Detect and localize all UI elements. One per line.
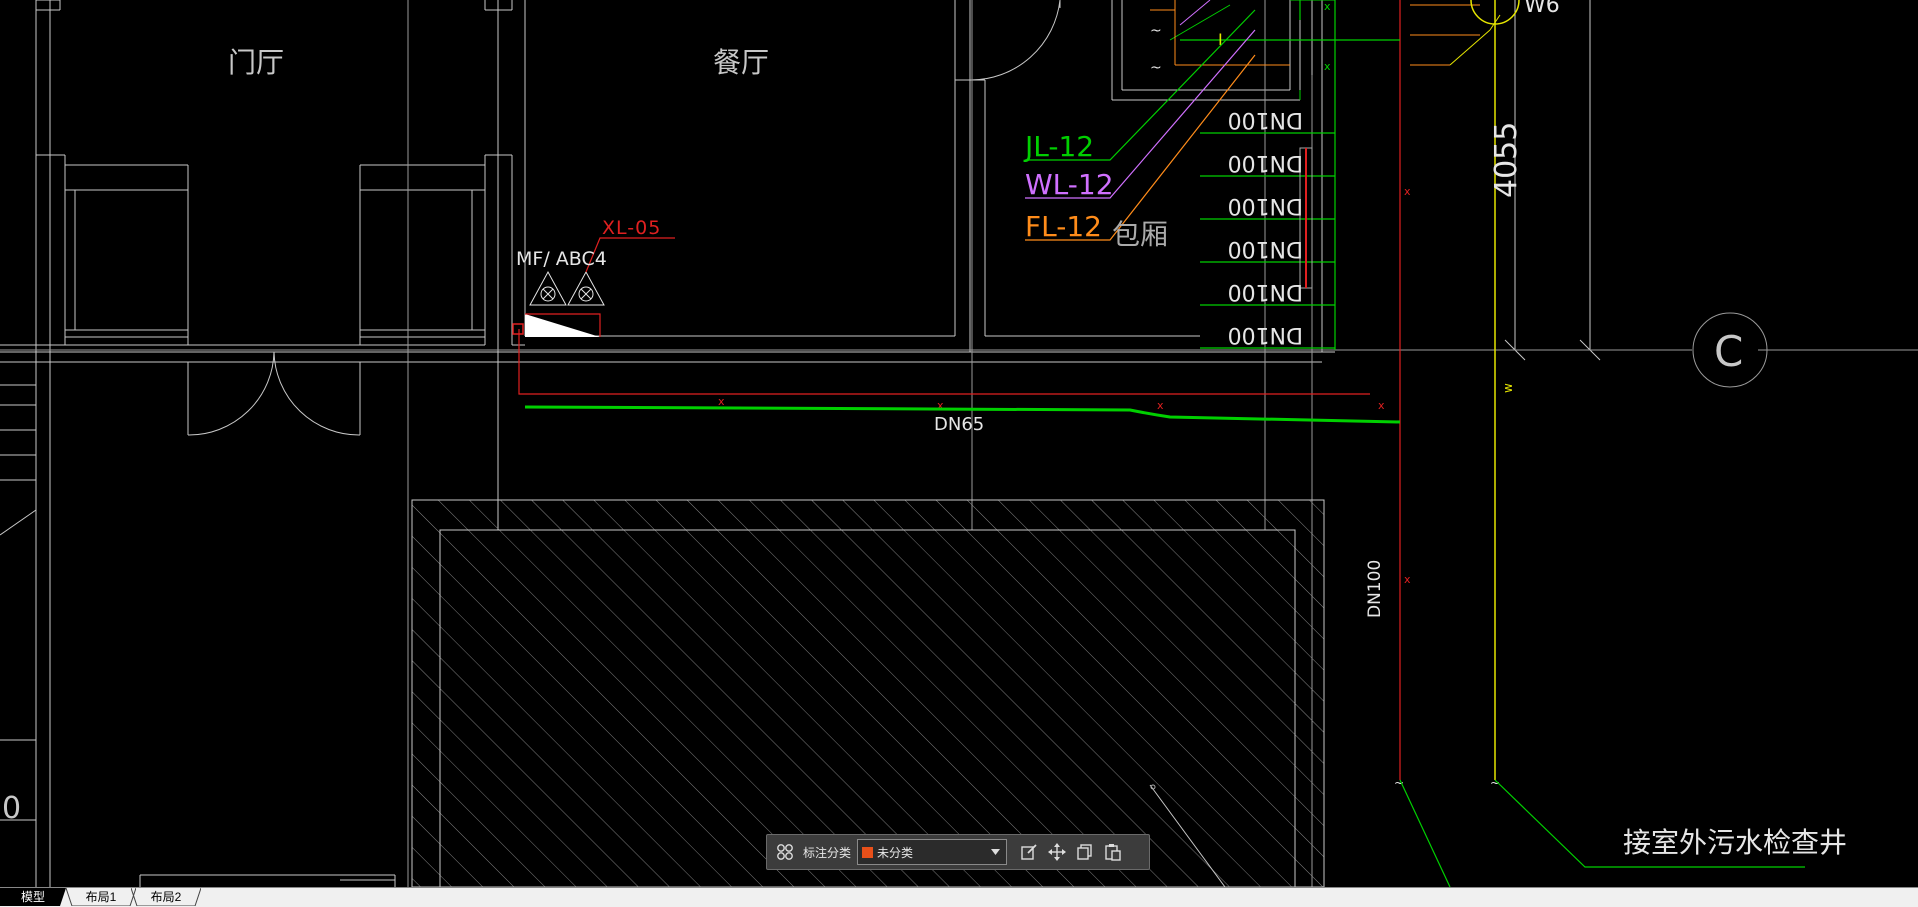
tab-model-label: 模型 [20,890,45,904]
grid-axis-label: C [1714,327,1743,376]
svg-text:x: x [1404,573,1411,586]
hatched-slab [411,499,1325,887]
tab-layout1-label: 布局1 [85,890,117,904]
category-value: 未分类 [877,845,914,860]
left-edge-digit: 0 [2,791,21,826]
room-label-dining: 餐厅 [713,46,769,79]
riser-label-wl: WL-12 [1025,168,1114,201]
sewer-pipe[interactable]: ~ [1470,0,1520,790]
svg-text:~: ~ [1150,23,1162,39]
cad-drawing-canvas[interactable]: x x x x x x ~ I ~ ~ x x ~ 门厅 餐厅 XL-05 MF… [0,0,1918,887]
grid-icon[interactable] [771,838,799,866]
category-select[interactable]: 未分类 [857,839,1008,865]
tab-layout2-label: 布局2 [150,890,182,904]
outdoor-manhole-label: 接室外污水检查井 [1623,826,1847,859]
svg-text:x: x [1324,60,1331,73]
chevron-down-icon [991,849,1001,855]
category-color-swatch [862,846,874,858]
branch-dn-label: DN100 [1228,193,1303,218]
w-marker: w [1501,383,1515,393]
tab-layout1[interactable]: 布局1 [66,888,136,906]
hydrant-tag: XL-05 [602,217,661,239]
layout-tab-bar: 模型 布局1 布局2 [0,887,1918,907]
svg-text:x: x [718,395,725,408]
box-enclosure-label: 包厢 [1112,218,1168,251]
branch-dn-label: DN100 [1228,107,1303,132]
tab-model[interactable]: 模型 [0,888,66,906]
riser-label-fl: FL-12 [1025,210,1102,243]
branch-dn-label: DN100 [1228,322,1303,347]
dimension-label: 4055 [1489,122,1524,198]
copy-icon[interactable] [1071,838,1099,866]
svg-text:~: ~ [1150,60,1162,76]
room-label-foyer: 门厅 [228,46,284,79]
pipe-label-dn100-vertical: DN100 [1365,560,1385,618]
move-icon[interactable] [1043,838,1071,866]
pipe-label-dn65: DN65 [934,414,984,435]
svg-text:x: x [1324,0,1331,13]
svg-text:x: x [1404,185,1411,198]
svg-text:~: ~ [1394,776,1404,790]
tab-layout2[interactable]: 布局2 [131,888,201,906]
svg-text:x: x [1378,399,1385,412]
svg-text:x: x [1157,399,1164,412]
branch-dn-label: DN100 [1228,150,1303,175]
riser-branches: I ~ ~ x x [1150,0,1501,350]
paste-icon[interactable] [1099,838,1127,866]
riser-label-jl: JL-12 [1023,130,1094,163]
w6-label: W6 [1524,0,1560,18]
branch-dn-label: DN100 [1228,236,1303,261]
extinguisher-label: MF/ ABC4 [516,248,607,270]
category-label: 标注分类 [803,845,852,860]
annotation-toolbar: 标注分类 未分类 [766,834,1150,870]
edit-icon[interactable] [1015,838,1043,866]
branch-dn-label: DN100 [1228,279,1303,304]
